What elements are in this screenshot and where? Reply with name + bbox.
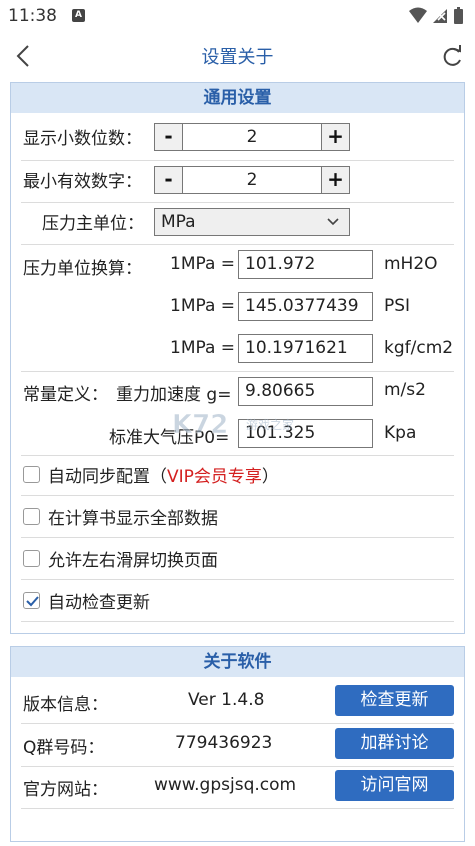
- general-settings-title: 通用设置: [11, 83, 464, 113]
- kgf-input[interactable]: 10.1971621: [238, 334, 373, 363]
- refresh-icon: [443, 45, 461, 66]
- vip-label: VIP会员专享: [167, 466, 262, 487]
- conversion-row-3: 1MPa = 10.1971621 kgf/cm2: [11, 332, 464, 366]
- sig-decrement-button[interactable]: -: [155, 167, 183, 193]
- qq-value: 779436923: [175, 733, 273, 753]
- gravity-unit: m/s2: [384, 380, 426, 400]
- divider: [21, 621, 454, 622]
- conversion-prefix: 1MPa =: [170, 338, 236, 358]
- divider: [21, 537, 454, 538]
- pressure-unit-row: 压力主单位： MPa: [11, 206, 464, 238]
- divider: [21, 579, 454, 580]
- mh2o-input[interactable]: 101.972: [238, 250, 373, 279]
- show-all-data-checkbox[interactable]: [23, 507, 40, 525]
- conversion-unit: mH2O: [384, 254, 438, 274]
- refresh-button[interactable]: [437, 40, 467, 72]
- divider: [21, 455, 454, 456]
- version-value: Ver 1.4.8: [188, 690, 265, 710]
- join-group-button[interactable]: 加群讨论: [335, 728, 454, 759]
- show-all-data-option[interactable]: 在计算书显示全部数据: [23, 501, 218, 531]
- general-settings-panel: 通用设置 显示小数位数： - 2 + 最小有效数字： - 2 + 压力主单位： …: [10, 82, 465, 634]
- about-panel: 关于软件 版本信息： Ver 1.4.8 检查更新 Q群号码： 77943692…: [10, 646, 465, 842]
- divider: [21, 371, 454, 372]
- gravity-row: 常量定义： 重力加速度 g= 9.80665 m/s2: [11, 375, 464, 409]
- sig-value[interactable]: 2: [183, 167, 321, 193]
- qq-label: Q群号码：: [23, 738, 105, 758]
- wifi-icon: [409, 7, 463, 24]
- status-icons: [407, 7, 467, 27]
- status-time: 11:38: [8, 6, 57, 26]
- pressure-unit-value: MPa: [161, 212, 196, 232]
- atm-input[interactable]: 101.325: [238, 419, 373, 448]
- sig-increment-button[interactable]: +: [321, 167, 349, 193]
- gravity-label: 重力加速度 g=: [116, 385, 232, 405]
- site-row: 官方网站： www.gpsjsq.com 访问官网: [11, 769, 464, 805]
- qq-row: Q群号码： 779436923 加群讨论: [11, 727, 464, 763]
- decimal-label: 显示小数位数：: [23, 129, 142, 149]
- pressure-unit-select[interactable]: MPa: [154, 208, 350, 236]
- check-update-button[interactable]: 检查更新: [335, 685, 454, 716]
- decimal-increment-button[interactable]: +: [321, 124, 349, 150]
- about-title: 关于软件: [11, 647, 464, 677]
- divider: [21, 808, 454, 809]
- conversion-unit: PSI: [384, 296, 411, 316]
- site-value[interactable]: www.gpsjsq.com: [154, 775, 296, 795]
- conversion-label: 压力单位换算：: [23, 259, 142, 279]
- option-label: 自动检查更新: [48, 592, 150, 613]
- conversion-row-2: 1MPa = 145.0377439 PSI: [11, 290, 464, 324]
- auto-update-checkbox[interactable]: [23, 591, 40, 609]
- psi-input[interactable]: 145.0377439: [238, 292, 373, 321]
- site-label: 官方网站：: [23, 780, 108, 800]
- status-bar: 11:38 A: [0, 0, 475, 34]
- conversion-row-1: 压力单位换算： 1MPa = 101.972 mH2O: [11, 248, 464, 282]
- option-label: 自动同步配置（VIP会员专享）: [48, 466, 279, 487]
- sig-label: 最小有效数字：: [23, 172, 142, 192]
- decimal-value[interactable]: 2: [183, 124, 321, 150]
- visit-site-button[interactable]: 访问官网: [335, 770, 454, 801]
- decimal-stepper: - 2 +: [154, 123, 350, 151]
- atm-unit: Kpa: [384, 423, 417, 443]
- chevron-down-icon: [327, 218, 339, 226]
- notification-icon: A: [72, 9, 85, 22]
- divider: [21, 160, 454, 161]
- decimal-decrement-button[interactable]: -: [155, 124, 183, 150]
- sig-row: 最小有效数字： - 2 +: [11, 164, 464, 196]
- nav-bar: 设置关于: [0, 34, 475, 78]
- const-label: 常量定义：: [23, 385, 108, 405]
- swipe-option[interactable]: 允许左右滑屏切换页面: [23, 543, 218, 573]
- checkmark-icon: [26, 595, 39, 606]
- swipe-checkbox[interactable]: [23, 549, 40, 567]
- auto-sync-option[interactable]: 自动同步配置（VIP会员专享）: [23, 459, 279, 489]
- sig-stepper: - 2 +: [154, 166, 350, 194]
- divider: [21, 766, 454, 767]
- divider: [21, 723, 454, 724]
- page-title: 设置关于: [201, 47, 274, 68]
- option-label: 在计算书显示全部数据: [48, 508, 218, 529]
- option-label: 允许左右滑屏切换页面: [48, 550, 218, 571]
- divider: [21, 495, 454, 496]
- version-label: 版本信息：: [23, 695, 108, 715]
- conversion-unit: kgf/cm2: [384, 338, 454, 358]
- gravity-input[interactable]: 9.80665: [238, 377, 373, 406]
- decimal-row: 显示小数位数： - 2 +: [11, 121, 464, 153]
- atm-row: 标准大气压P0= 101.325 Kpa: [11, 417, 464, 451]
- divider: [21, 202, 454, 203]
- auto-sync-checkbox[interactable]: [23, 465, 40, 483]
- pressure-unit-label: 压力主单位：: [42, 214, 144, 234]
- conversion-prefix: 1MPa =: [170, 254, 236, 274]
- atm-label: 标准大气压P0=: [109, 428, 230, 448]
- auto-update-option[interactable]: 自动检查更新: [23, 585, 150, 615]
- version-row: 版本信息： Ver 1.4.8 检查更新: [11, 683, 464, 719]
- divider: [21, 244, 454, 245]
- conversion-prefix: 1MPa =: [170, 296, 236, 316]
